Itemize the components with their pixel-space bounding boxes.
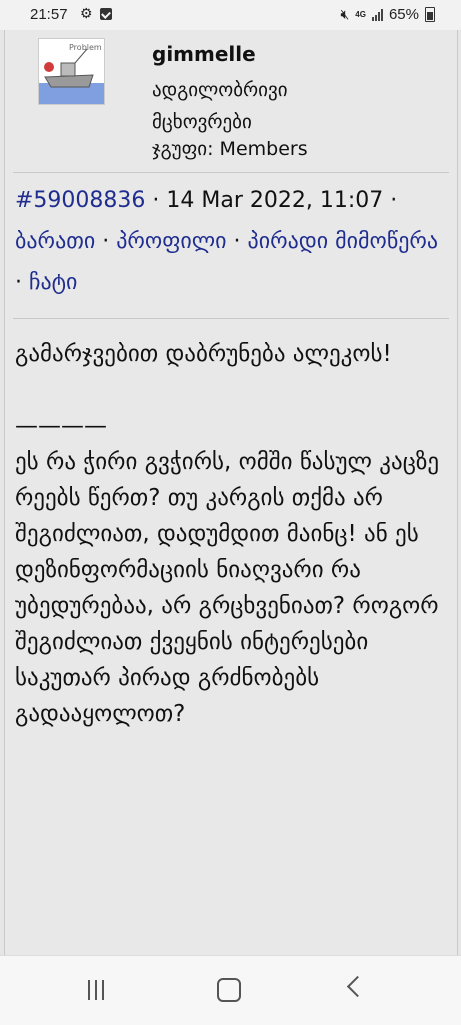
navigation-bar [0,955,461,1025]
status-bar: 21:57 ⚙ 🔇︎ 4G 65% [0,0,461,30]
user-rank: ადგილობრივი მცხოვრები [152,74,288,138]
post-body: გამარჯვებით დაბრუნება ალეკოს! ———— ეს რა… [15,336,455,776]
meta-separator: · [145,188,167,213]
meta-separator: · [383,188,398,213]
post-greeting: გამარჯვებით დაბრუნება ალეკოს! [15,341,392,367]
status-icons: 🔇︎ 4G 65% [340,6,435,23]
user-group: ჯგუფი: Members [152,138,308,160]
back-icon[interactable] [346,975,369,998]
chat-link[interactable]: ჩატი [29,270,77,295]
separator [13,318,449,319]
post-paragraph: ეს რა ჭირი გვჭირს, ომში წასულ კაცზე რეებ… [15,449,440,727]
notification-check-icon [100,8,112,20]
status-time: 21:57 [30,6,68,23]
card-link[interactable]: ბარათი [15,229,95,254]
post-id-link[interactable]: #59008836 [15,188,145,213]
username[interactable]: gimmelle [152,42,256,66]
post-divider: ———— [15,413,107,439]
gear-icon: ⚙ [80,5,93,21]
home-icon[interactable] [217,978,241,1002]
meta-separator: · [15,270,29,295]
forum-post: Problem gimmelle ადგილობრივი მცხოვრები ჯ… [4,30,458,955]
avatar-caption: Problem [69,43,102,52]
post-continued-text [15,764,455,776]
signal-icon [371,8,383,21]
post-date: 14 Mar 2022, 11:07 [166,188,384,213]
separator [13,172,449,173]
post-meta: #59008836 · 14 Mar 2022, 11:07 · ბარათი … [15,180,451,303]
network-type-label: 4G [355,9,366,19]
user-rank-line-2: მცხოვრები [152,111,252,133]
user-rank-line-1: ადგილობრივი [152,79,288,101]
mute-icon: 🔇︎ [340,6,350,22]
private-message-link[interactable]: პირადი მიმოწერა [248,229,439,254]
profile-link[interactable]: პროფილი [116,229,226,254]
avatar-image: Problem [39,39,104,104]
meta-separator: · [95,229,117,254]
battery-percent: 65% [388,6,419,23]
battery-icon [425,7,435,22]
avatar[interactable]: Problem [38,38,105,105]
meta-separator: · [226,229,248,254]
recents-icon[interactable] [88,980,104,1000]
